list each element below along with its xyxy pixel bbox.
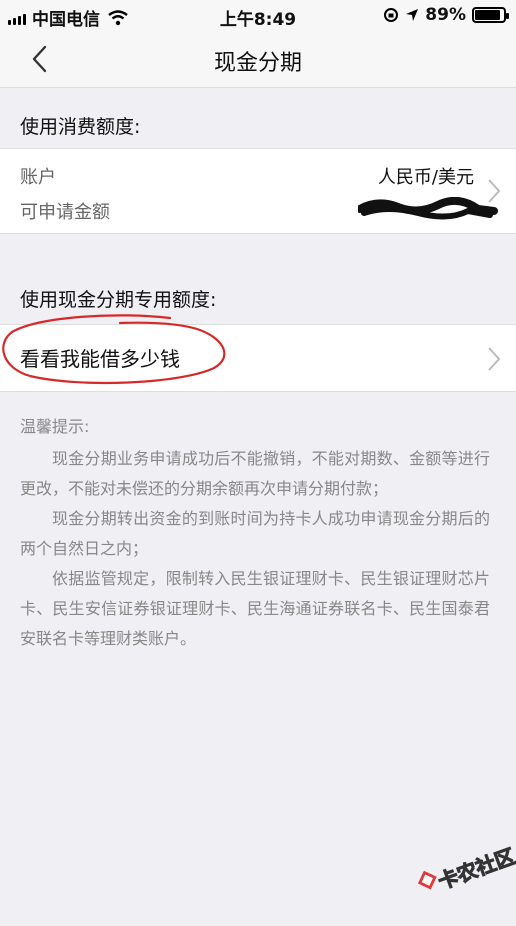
notice-title: 温馨提示: — [20, 417, 90, 436]
nav-bar: 现金分期 — [0, 30, 516, 88]
redaction-scribble — [358, 197, 498, 220]
account-card[interactable]: 账户 人民币/美元 可申请金额 — [0, 148, 516, 234]
status-bar: 中国电信 上午8:49 89% — [0, 0, 516, 30]
rotation-lock-icon — [384, 8, 399, 22]
status-right: 89% — [383, 5, 509, 25]
account-label: 账户 — [20, 167, 56, 188]
notice-paragraph: 现金分期转出资金的到账时间为持卡人成功申请现金分期后的两个自然日之内； — [20, 509, 490, 558]
installment-credit-label: 使用现金分期专用额度: — [20, 289, 217, 311]
red-circle-annotation — [2, 314, 226, 385]
consumer-credit-label: 使用消费额度: — [20, 116, 141, 138]
chevron-right-icon — [488, 347, 501, 371]
notice: 温馨提示: 现金分期业务申请成功后不能撤销，不能对期数、金额等进行更改，不能对未… — [20, 412, 490, 654]
battery-percent: 89% — [425, 5, 466, 25]
account-value: 人民币/美元 — [377, 167, 474, 188]
notice-paragraph: 依据监管规定，限制转入民生银证理财卡、民生银证理财芯片卡、民生安信证券银证理财卡… — [20, 569, 490, 648]
battery-icon — [472, 7, 509, 23]
chevron-right-icon — [488, 179, 501, 203]
notice-paragraph: 现金分期业务申请成功后不能撤销，不能对期数、金额等进行更改，不能对未偿还的分期余… — [20, 449, 490, 498]
available-amount-label: 可申请金额 — [20, 202, 110, 223]
page-title: 现金分期 — [213, 51, 302, 76]
battery-fill — [475, 10, 500, 20]
location-icon — [406, 9, 419, 21]
